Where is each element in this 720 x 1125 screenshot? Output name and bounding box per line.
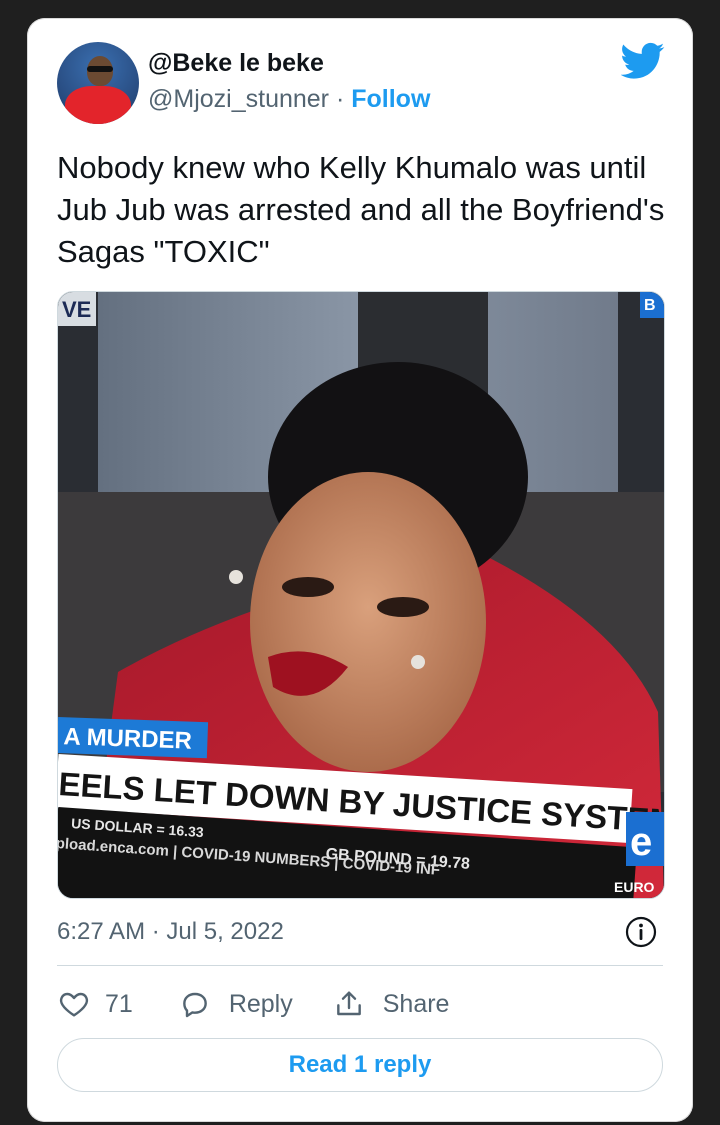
avatar[interactable] — [57, 42, 139, 124]
user-handle[interactable]: @Mjozi_stunner — [148, 85, 329, 113]
euro-label: EURO — [614, 879, 655, 895]
news-screenshot: VE B A MURDER EELS LET DOWN BY JUSTICE S… — [58, 292, 664, 898]
like-count: 71 — [105, 989, 133, 1018]
avatar-glasses — [87, 66, 113, 72]
tweet-timestamp[interactable]: 6:27 AM · Jul 5, 2022 — [57, 918, 284, 946]
heart-icon — [59, 992, 89, 1017]
divider — [57, 965, 663, 966]
follow-button[interactable]: Follow — [351, 85, 430, 113]
action-bar: 71 Reply Share — [57, 986, 449, 1022]
handle-row: @Mjozi_stunner · Follow — [148, 85, 430, 114]
share-icon — [336, 991, 361, 1016]
info-icon[interactable] — [625, 916, 657, 948]
corner-tag: B — [644, 297, 656, 314]
live-tag: VE — [62, 297, 91, 322]
reply-button[interactable]: Reply — [179, 988, 293, 1020]
reply-bubble-icon — [182, 992, 207, 1018]
avatar-body — [65, 86, 131, 124]
like-button[interactable]: 71 — [57, 988, 133, 1020]
read-reply-button[interactable]: Read 1 reply — [57, 1038, 663, 1092]
twitter-bird-icon[interactable] — [621, 42, 665, 80]
tweet-media-image[interactable]: VE B A MURDER EELS LET DOWN BY JUSTICE S… — [57, 291, 665, 899]
channel-logo: e — [630, 820, 652, 864]
lower-third-label: A MURDER — [63, 723, 192, 754]
reply-label: Reply — [228, 989, 293, 1018]
handle-separator: · — [329, 85, 352, 113]
share-button[interactable]: Share — [333, 988, 450, 1020]
share-label: Share — [382, 989, 450, 1018]
display-name[interactable]: @Beke le beke — [148, 49, 324, 78]
tweet-text: Nobody knew who Kelly Khumalo was until … — [57, 150, 665, 269]
tweet-card: @Beke le beke @Mjozi_stunner · Follow No… — [27, 18, 693, 1122]
